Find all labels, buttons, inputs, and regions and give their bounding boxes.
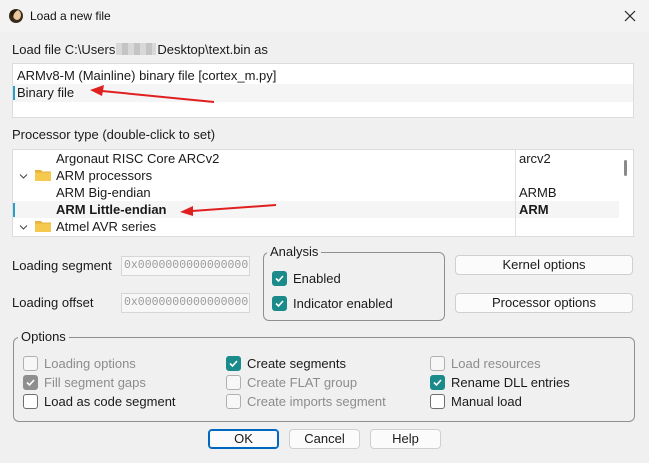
create-segments-checkbox[interactable]: Create segments <box>226 356 346 371</box>
processor-options-button[interactable]: Processor options <box>455 293 633 313</box>
checkbox-unchecked-icon[interactable] <box>430 356 445 371</box>
checkbox-label: Create imports segment <box>247 394 386 409</box>
checkbox-checked-icon[interactable] <box>430 375 445 390</box>
checkbox-label: Rename DLL entries <box>451 375 570 390</box>
processor-code: arcv2 <box>519 151 551 166</box>
processor-type-label: Processor type (double-click to set) <box>12 127 216 142</box>
processor-tree[interactable]: Argonaut RISC Core ARCv2 arcv2 ARM proce… <box>12 149 634 237</box>
processor-folder-row[interactable]: ARM processors <box>13 167 619 184</box>
chevron-down-icon[interactable] <box>19 172 28 181</box>
loading-segment-input[interactable]: 0x0000000000000000 <box>121 256 250 276</box>
load-resources-checkbox[interactable]: Load resources <box>430 356 541 371</box>
checkbox-label: Loading options <box>44 356 136 371</box>
loading-offset-input[interactable]: 0x0000000000000000 <box>121 293 250 313</box>
file-type-item[interactable]: ARMv8-M (Mainline) binary file [cortex_m… <box>13 67 633 85</box>
processor-row[interactable]: Argonaut RISC Core ARCv2 arcv2 <box>13 150 619 167</box>
checkbox-label: Create FLAT group <box>247 375 358 390</box>
processor-code: ARM <box>519 202 549 217</box>
checkbox-checked-icon[interactable] <box>226 356 241 371</box>
processor-name: Argonaut RISC Core ARCv2 <box>56 151 220 166</box>
manual-load-checkbox[interactable]: Manual load <box>430 394 522 409</box>
checkbox-checked-icon[interactable] <box>272 296 287 311</box>
checkbox-unchecked-icon[interactable] <box>430 394 445 409</box>
create-flat-group-checkbox[interactable]: Create FLAT group <box>226 375 357 390</box>
scrollbar-thumb[interactable] <box>624 160 627 176</box>
folder-icon <box>35 170 51 181</box>
checkbox-unchecked-icon[interactable] <box>226 375 241 390</box>
loading-segment-label: Loading segment <box>12 258 112 273</box>
ok-button[interactable]: OK <box>208 429 279 449</box>
annotation-arrow <box>180 204 277 216</box>
create-imports-segment-checkbox[interactable]: Create imports segment <box>226 394 386 409</box>
processor-row-selected[interactable]: ARM Little-endian ARM <box>13 201 619 218</box>
column-divider <box>515 150 516 236</box>
analysis-group-title: Analysis <box>267 245 322 259</box>
processor-code: ARMB <box>519 185 557 200</box>
window-title: Load a new file <box>30 9 111 23</box>
checkbox-unchecked-icon[interactable] <box>226 394 241 409</box>
redacted-username <box>116 43 157 55</box>
loading-offset-label: Loading offset <box>12 295 94 310</box>
checkbox-label: Create segments <box>247 356 346 371</box>
checkbox-label: Indicator enabled <box>293 296 393 311</box>
kernel-options-button[interactable]: Kernel options <box>455 255 633 275</box>
processor-row[interactable]: ARM Big-endian ARMB <box>13 184 619 201</box>
processor-folder-name: Atmel AVR series <box>56 219 157 234</box>
indicator-enabled-checkbox[interactable]: Indicator enabled <box>272 296 393 311</box>
chevron-down-icon[interactable] <box>19 223 28 232</box>
load-as-code-segment-checkbox[interactable]: Load as code segment <box>23 394 176 409</box>
close-button[interactable] <box>616 4 644 28</box>
loading-options-checkbox[interactable]: Loading options <box>23 356 136 371</box>
annotation-arrow <box>90 85 215 103</box>
checkbox-label: Fill segment gaps <box>44 375 146 390</box>
file-type-label: ARMv8-M (Mainline) binary file [cortex_m… <box>17 68 277 83</box>
rename-dll-entries-checkbox[interactable]: Rename DLL entries <box>430 375 570 390</box>
checkbox-label: Enabled <box>293 271 341 286</box>
checkbox-label: Load resources <box>451 356 541 371</box>
checkbox-checked-icon[interactable] <box>23 375 38 390</box>
cancel-button[interactable]: Cancel <box>289 429 360 449</box>
checkbox-unchecked-icon[interactable] <box>23 356 38 371</box>
help-button[interactable]: Help <box>370 429 441 449</box>
processor-folder-row[interactable]: Atmel AVR series <box>13 218 619 235</box>
load-file-label-suffix: Desktop\text.bin as <box>157 42 268 57</box>
analysis-enabled-checkbox[interactable]: Enabled <box>272 271 341 286</box>
checkbox-label: Load as code segment <box>44 394 176 409</box>
checkbox-unchecked-icon[interactable] <box>23 394 38 409</box>
load-file-label-prefix: Load file C:\Users <box>12 42 116 57</box>
checkbox-checked-icon[interactable] <box>272 271 287 286</box>
processor-name: ARM Little-endian <box>56 202 167 217</box>
processor-folder-name: ARM processors <box>56 168 153 183</box>
vertical-scrollbar[interactable] <box>621 150 633 236</box>
processor-name: ARM Big-endian <box>56 185 151 200</box>
file-type-label: Binary file <box>17 85 75 100</box>
load-file-label: Load file C:\Users Desktop\text.bin as <box>12 42 268 57</box>
folder-icon <box>35 221 51 232</box>
options-group-title: Options <box>18 330 69 344</box>
selection-marker <box>13 203 15 217</box>
selection-marker <box>13 86 15 100</box>
close-icon <box>624 10 636 22</box>
ida-app-icon <box>9 9 23 23</box>
fill-segment-gaps-checkbox[interactable]: Fill segment gaps <box>23 375 146 390</box>
checkbox-label: Manual load <box>451 394 522 409</box>
